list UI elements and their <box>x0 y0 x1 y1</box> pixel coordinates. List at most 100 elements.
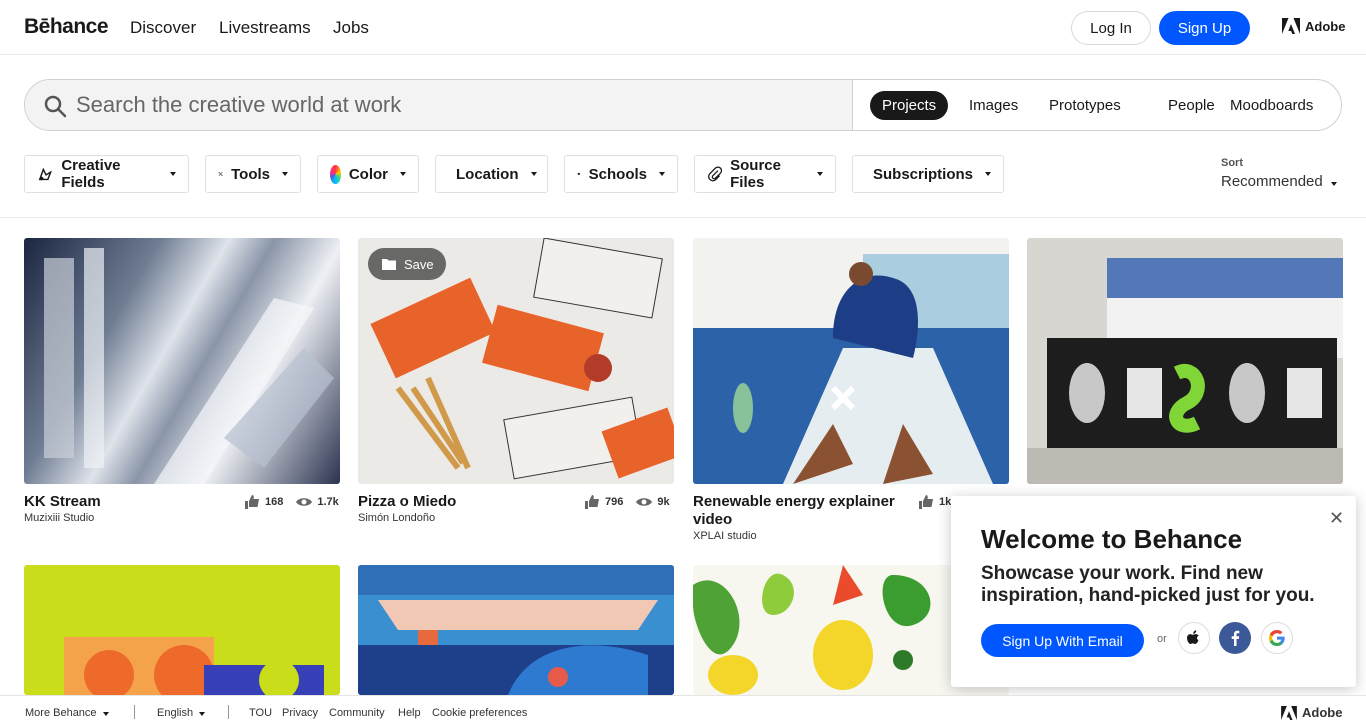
tools-icon <box>218 171 223 177</box>
project-title[interactable]: Renewable energy explainer video <box>693 493 908 529</box>
more-behance-dropdown[interactable]: More Behance <box>25 707 109 719</box>
tab-people[interactable]: People <box>1156 91 1227 120</box>
chevron-down-icon <box>282 172 288 176</box>
nav-discover[interactable]: Discover <box>130 18 196 38</box>
project-artwork <box>1027 258 1343 484</box>
language-dropdown[interactable]: English <box>157 707 206 719</box>
filter-label: Schools <box>588 165 647 183</box>
tab-prototypes[interactable]: Prototypes <box>1037 91 1133 120</box>
chevron-down-icon <box>530 172 537 176</box>
filter-source-files[interactable]: Source Files <box>694 155 836 193</box>
project-artwork <box>693 254 1009 484</box>
filter-creative-fields[interactable]: Creative Fields <box>24 155 189 193</box>
save-label: Save <box>404 256 434 272</box>
project-stats: 168 1.7k <box>244 495 339 509</box>
thumbs-up-icon <box>245 495 259 509</box>
footer-link-tou[interactable]: TOU <box>249 707 272 719</box>
project-thumbnail[interactable] <box>24 565 340 695</box>
project-title[interactable]: KK Stream <box>24 493 101 511</box>
search-input[interactable] <box>76 91 836 119</box>
footer-link-community[interactable]: Community <box>329 707 385 719</box>
language-label: English <box>157 707 194 719</box>
like-count: 1k <box>939 496 952 508</box>
project-thumbnail[interactable] <box>24 238 340 484</box>
nav-jobs[interactable]: Jobs <box>333 18 369 38</box>
filter-color[interactable]: Color <box>317 155 419 193</box>
filter-subscriptions[interactable]: Subscriptions <box>852 155 1004 193</box>
more-behance-label: More Behance <box>25 707 97 719</box>
close-icon[interactable]: ✕ <box>1329 508 1344 529</box>
graduation-cap-icon <box>577 172 581 176</box>
search-field-container <box>25 80 853 130</box>
welcome-popup: ✕ Welcome to Behance Showcase your work.… <box>951 496 1356 687</box>
nav-livestreams[interactable]: Livestreams <box>219 18 311 38</box>
like-count: 168 <box>265 496 284 508</box>
chevron-down-icon <box>102 712 109 716</box>
adobe-logo-icon <box>1281 705 1297 720</box>
footer-link-privacy[interactable]: Privacy <box>282 707 318 719</box>
chevron-down-icon <box>400 172 406 176</box>
sort-value: Recommended <box>1221 173 1323 190</box>
thumbs-up-icon <box>919 495 933 509</box>
project-owner[interactable]: Simón Londoño <box>358 512 435 524</box>
filter-label: Color <box>348 165 388 183</box>
footer-link-help[interactable]: Help <box>398 707 421 719</box>
chevron-down-icon <box>817 172 823 176</box>
sort-dropdown[interactable]: Recommended <box>1221 173 1337 190</box>
tab-projects[interactable]: Projects <box>870 91 949 120</box>
footer-divider <box>228 705 229 719</box>
footer-adobe-label: Adobe <box>1302 705 1343 720</box>
view-count: 9k <box>657 496 670 508</box>
filter-label: Subscriptions <box>873 165 974 183</box>
filter-label: Tools <box>231 165 270 183</box>
adobe-link[interactable]: Adobe <box>1282 18 1345 34</box>
google-signin-button[interactable] <box>1261 622 1293 654</box>
filter-tools[interactable]: Tools <box>205 155 301 193</box>
footer-divider <box>134 705 135 719</box>
facebook-icon <box>1231 630 1240 646</box>
project-owner[interactable]: XPLAI studio <box>693 530 757 542</box>
tab-moodboards[interactable]: Moodboards <box>1218 91 1325 120</box>
signup-email-button[interactable]: Sign Up With Email <box>981 624 1144 657</box>
chevron-down-icon <box>1330 182 1337 186</box>
adobe-logo-icon <box>1282 18 1300 34</box>
project-artwork <box>44 248 334 484</box>
color-wheel-icon <box>330 164 341 184</box>
tab-images[interactable]: Images <box>957 91 1030 120</box>
google-icon <box>1269 630 1285 646</box>
project-artwork <box>64 637 324 695</box>
project-thumbnail[interactable]: Save <box>358 238 674 484</box>
popup-text: Showcase your work. Find new inspiration… <box>981 563 1315 606</box>
apple-signin-button[interactable] <box>1178 622 1210 654</box>
project-thumbnail[interactable] <box>693 238 1009 484</box>
login-button[interactable]: Log In <box>1071 11 1151 45</box>
popup-title: Welcome to Behance <box>981 524 1243 554</box>
project-owner[interactable]: Muzixiii Studio <box>24 512 94 524</box>
thumbs-up-icon <box>585 495 599 509</box>
footer-adobe-link[interactable]: Adobe <box>1281 705 1342 720</box>
chevron-down-icon <box>985 172 992 176</box>
project-title[interactable]: Pizza o Miedo <box>358 493 456 511</box>
chevron-down-icon <box>199 712 206 716</box>
save-button[interactable]: Save <box>368 248 446 280</box>
project-artwork <box>358 565 674 695</box>
footer-link-cookie-preferences[interactable]: Cookie preferences <box>432 707 527 719</box>
sort-label: Sort <box>1221 157 1243 169</box>
facebook-signin-button[interactable] <box>1219 622 1251 654</box>
or-separator: or <box>1157 633 1167 645</box>
project-thumbnail[interactable] <box>358 565 674 695</box>
paperclip-icon <box>708 166 723 182</box>
apple-icon <box>1187 630 1199 644</box>
filter-schools[interactable]: Schools <box>564 155 678 193</box>
search-icon <box>44 95 67 118</box>
signup-button[interactable]: Sign Up <box>1159 11 1250 45</box>
section-divider <box>0 217 1366 218</box>
filter-label: Creative Fields <box>61 157 121 191</box>
adobe-label: Adobe <box>1305 18 1346 34</box>
eye-icon <box>296 498 313 506</box>
project-thumbnail[interactable] <box>1027 238 1343 484</box>
filter-location[interactable]: Location <box>435 155 548 193</box>
creative-fields-icon <box>38 167 53 181</box>
view-count: 1.7k <box>317 496 339 508</box>
behance-logo[interactable]: Bēhance <box>24 15 109 39</box>
